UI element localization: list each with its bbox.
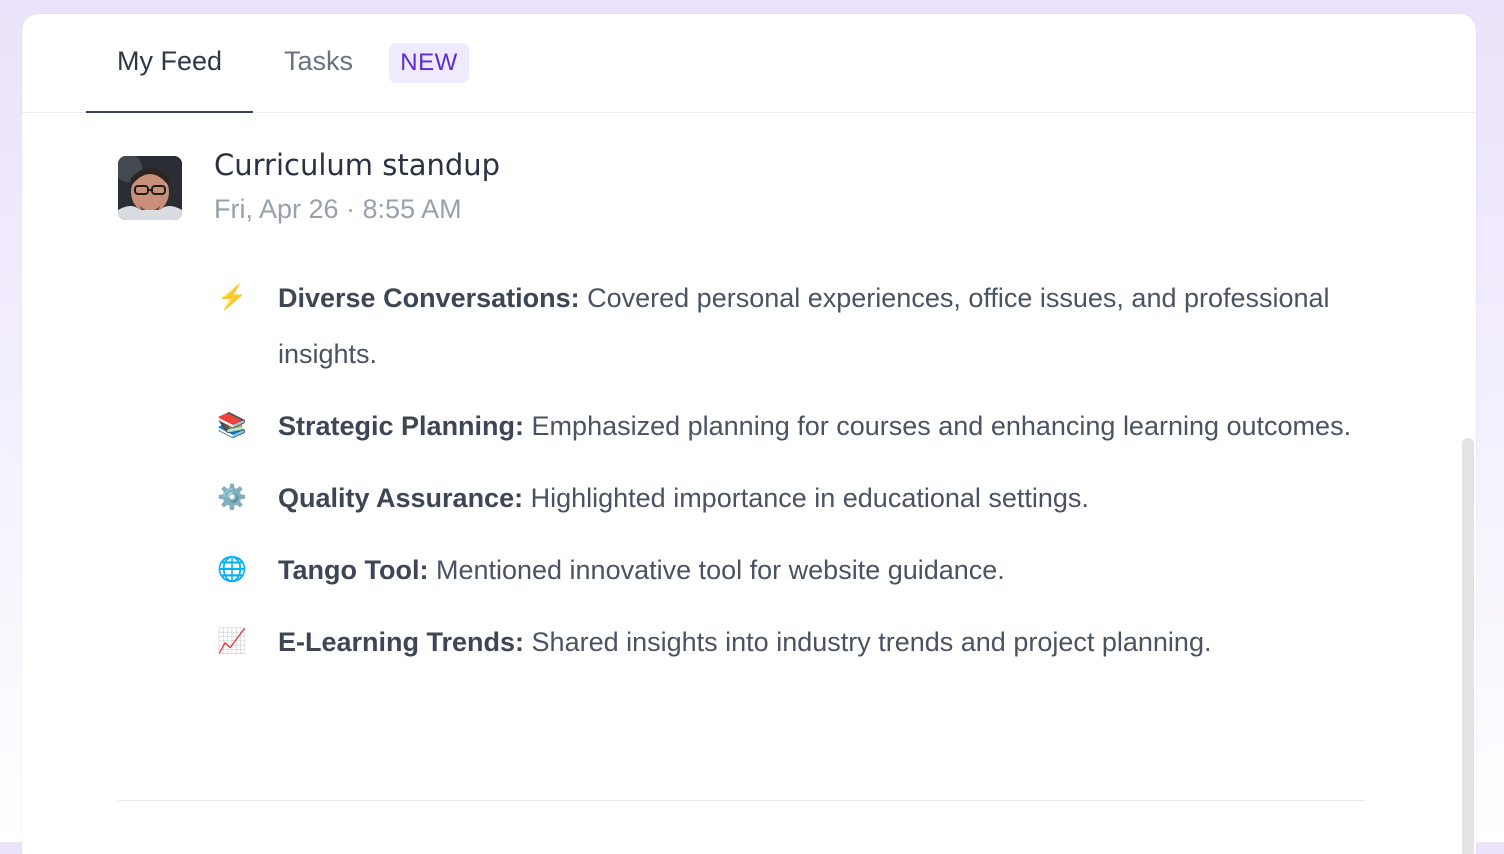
list-item: 📚 Strategic Planning: Emphasized plannin…: [214, 398, 1374, 454]
scrollbar-thumb[interactable]: [1462, 438, 1474, 854]
item-text: Emphasized planning for courses and enha…: [524, 411, 1352, 441]
item-heading: E-Learning Trends:: [278, 627, 525, 657]
summary-list: ⚡ Diverse Conversations: Covered persona…: [214, 270, 1374, 686]
chart-increasing-icon: 📈: [217, 628, 247, 655]
post-title: Curriculum standup: [214, 148, 501, 182]
item-heading: Tango Tool:: [278, 555, 429, 585]
tab-my-feed-label: My Feed: [116, 46, 223, 76]
tab-tasks-label: Tasks: [284, 46, 354, 76]
item-heading: Strategic Planning:: [278, 411, 525, 441]
tab-bar: My Feed Tasks NEW: [22, 14, 1476, 113]
post-timestamp: Fri, Apr 26 · 8:55 AM: [214, 194, 462, 224]
item-text: Shared insights into industry trends and…: [524, 627, 1212, 657]
globe-icon: 🌐: [217, 556, 247, 583]
item-heading: Quality Assurance:: [278, 483, 524, 513]
item-text: Mentioned innovative tool for website gu…: [428, 555, 1005, 585]
tab-tasks[interactable]: Tasks: [284, 14, 353, 112]
avatar[interactable]: [118, 156, 182, 220]
list-item: 🌐 Tango Tool: Mentioned innovative tool …: [214, 542, 1374, 598]
books-icon: 📚: [217, 412, 247, 439]
item-heading: Diverse Conversations:: [278, 283, 580, 313]
gear-icon: ⚙️: [217, 484, 247, 511]
item-text: Highlighted importance in educational se…: [523, 483, 1089, 513]
list-item: ⚡ Diverse Conversations: Covered persona…: [214, 270, 1374, 382]
new-badge: NEW: [389, 43, 469, 83]
lightning-icon: ⚡: [217, 284, 247, 311]
tab-my-feed[interactable]: My Feed: [86, 14, 253, 113]
list-item: ⚙️ Quality Assurance: Highlighted import…: [214, 470, 1374, 526]
list-item: 📈 E-Learning Trends: Shared insights int…: [214, 614, 1374, 670]
divider: [118, 800, 1366, 801]
active-tab-indicator: [86, 111, 253, 113]
feed-card: My Feed Tasks NEW Curriculum standup Fri…: [22, 14, 1476, 854]
